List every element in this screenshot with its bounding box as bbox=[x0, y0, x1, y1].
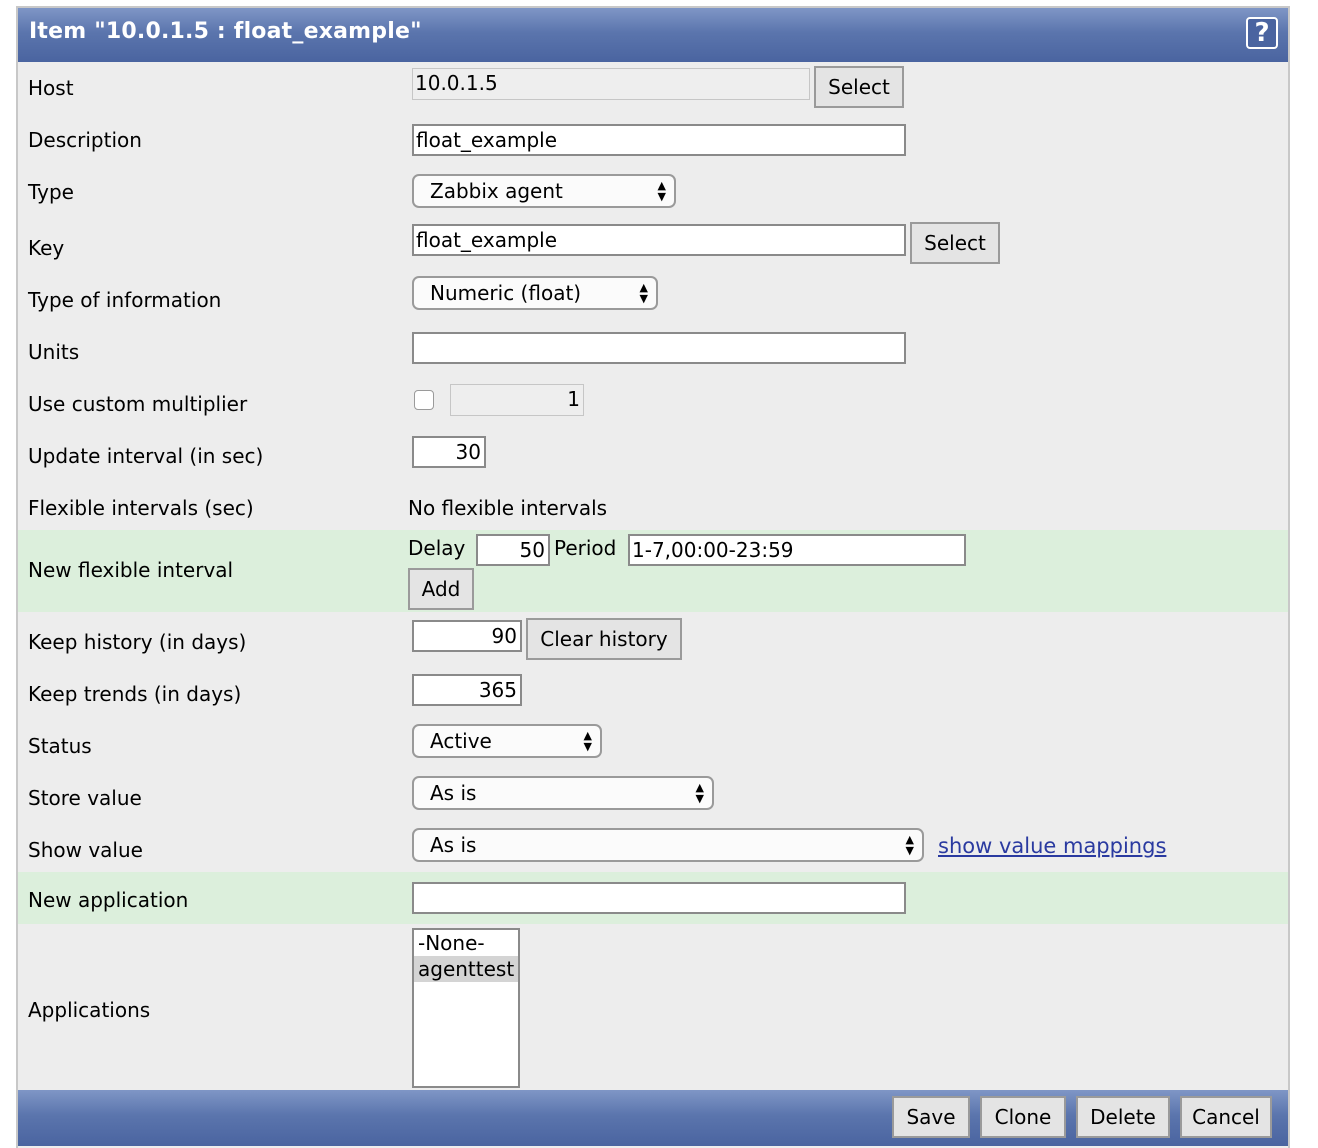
row-key: Key float_example Select bbox=[18, 218, 1288, 270]
type-of-information-value: Numeric (float) bbox=[430, 281, 582, 305]
flexible-intervals-label: Flexible intervals (sec) bbox=[28, 496, 254, 520]
keep-history-label: Keep history (in days) bbox=[28, 630, 247, 654]
row-units: Units bbox=[18, 322, 1288, 374]
show-value-mappings-link[interactable]: show value mappings bbox=[938, 834, 1166, 858]
page-title: Item "10.0.1.5 : float_example" bbox=[29, 19, 422, 44]
row-host: Host 10.0.1.5 Select bbox=[18, 62, 1288, 114]
keep-history-input[interactable]: 90 bbox=[412, 620, 522, 652]
delay-input[interactable]: 50 bbox=[476, 534, 550, 566]
new-flexible-interval-label: New flexible interval bbox=[28, 558, 234, 582]
custom-multiplier-input[interactable]: 1 bbox=[450, 384, 584, 416]
status-select-value: Active bbox=[430, 729, 492, 753]
type-select-value: Zabbix agent bbox=[430, 179, 563, 203]
key-input[interactable]: float_example bbox=[412, 224, 906, 256]
host-select-button[interactable]: Select bbox=[814, 66, 904, 108]
keep-trends-label: Keep trends (in days) bbox=[28, 682, 242, 706]
delete-button[interactable]: Delete bbox=[1076, 1096, 1170, 1138]
status-label: Status bbox=[28, 734, 92, 758]
select-arrows-icon: ▲ ▼ bbox=[657, 179, 666, 203]
custom-multiplier-checkbox[interactable] bbox=[414, 390, 434, 410]
row-type-of-information: Type of information Numeric (float) ▲ ▼ bbox=[18, 270, 1288, 322]
item-form-panel: Item "10.0.1.5 : float_example" ? Host 1… bbox=[16, 6, 1290, 1148]
flexible-intervals-value: No flexible intervals bbox=[408, 496, 608, 520]
type-of-information-select[interactable]: Numeric (float) ▲ ▼ bbox=[412, 276, 658, 310]
period-label: Period bbox=[554, 536, 617, 560]
type-select[interactable]: Zabbix agent ▲ ▼ bbox=[412, 174, 676, 208]
application-option-none[interactable]: -None- bbox=[414, 930, 518, 956]
update-interval-label: Update interval (in sec) bbox=[28, 444, 264, 468]
row-applications: Applications -None- agenttest bbox=[18, 924, 1288, 1090]
new-application-input[interactable] bbox=[412, 882, 906, 914]
row-new-application: New application bbox=[18, 872, 1288, 924]
type-label: Type bbox=[28, 180, 74, 204]
store-value-label: Store value bbox=[28, 786, 142, 810]
host-input[interactable]: 10.0.1.5 bbox=[412, 68, 810, 100]
key-select-button[interactable]: Select bbox=[910, 222, 1000, 264]
row-description: Description float_example bbox=[18, 114, 1288, 166]
footer-bar: Save Clone Delete Cancel bbox=[18, 1090, 1288, 1146]
row-show-value: Show value As is ▲ ▼ show value mappings bbox=[18, 820, 1288, 872]
select-arrows-icon: ▲ ▼ bbox=[639, 281, 648, 305]
description-input[interactable]: float_example bbox=[412, 124, 906, 156]
store-value-select[interactable]: As is ▲ ▼ bbox=[412, 776, 714, 810]
type-of-information-label: Type of information bbox=[28, 288, 222, 312]
keep-trends-input[interactable]: 365 bbox=[412, 674, 522, 706]
row-custom-multiplier: Use custom multiplier 1 bbox=[18, 374, 1288, 426]
description-label: Description bbox=[28, 128, 142, 152]
host-label: Host bbox=[28, 76, 74, 100]
cancel-button[interactable]: Cancel bbox=[1180, 1096, 1272, 1138]
row-keep-trends: Keep trends (in days) 365 bbox=[18, 664, 1288, 716]
row-update-interval: Update interval (in sec) 30 bbox=[18, 426, 1288, 478]
help-icon[interactable]: ? bbox=[1246, 17, 1278, 49]
row-flexible-intervals: Flexible intervals (sec) No flexible int… bbox=[18, 478, 1288, 530]
clear-history-button[interactable]: Clear history bbox=[526, 618, 682, 660]
add-interval-button[interactable]: Add bbox=[408, 568, 474, 610]
status-select[interactable]: Active ▲ ▼ bbox=[412, 724, 602, 758]
units-input[interactable] bbox=[412, 332, 906, 364]
row-type: Type Zabbix agent ▲ ▼ bbox=[18, 166, 1288, 218]
application-option-agenttest[interactable]: agenttest bbox=[414, 956, 518, 982]
select-arrows-icon: ▲ ▼ bbox=[695, 781, 704, 805]
show-value-select[interactable]: As is ▲ ▼ bbox=[412, 828, 924, 862]
key-label: Key bbox=[28, 236, 65, 260]
show-value-select-value: As is bbox=[430, 833, 477, 857]
row-new-flexible-interval: New flexible interval Delay 50 Period 1-… bbox=[18, 530, 1288, 612]
title-bar: Item "10.0.1.5 : float_example" ? bbox=[18, 8, 1288, 62]
row-keep-history: Keep history (in days) 90 Clear history bbox=[18, 612, 1288, 664]
clone-button[interactable]: Clone bbox=[980, 1096, 1066, 1138]
units-label: Units bbox=[28, 340, 80, 364]
applications-listbox[interactable]: -None- agenttest bbox=[412, 928, 520, 1088]
new-application-label: New application bbox=[28, 888, 189, 912]
row-store-value: Store value As is ▲ ▼ bbox=[18, 768, 1288, 820]
delay-label: Delay bbox=[408, 536, 466, 560]
period-input[interactable]: 1-7,00:00-23:59 bbox=[628, 534, 966, 566]
select-arrows-icon: ▲ ▼ bbox=[905, 833, 914, 857]
save-button[interactable]: Save bbox=[892, 1096, 970, 1138]
update-interval-input[interactable]: 30 bbox=[412, 436, 486, 468]
custom-multiplier-label: Use custom multiplier bbox=[28, 392, 248, 416]
store-value-select-value: As is bbox=[430, 781, 477, 805]
select-arrows-icon: ▲ ▼ bbox=[583, 729, 592, 753]
applications-label: Applications bbox=[28, 998, 151, 1022]
row-status: Status Active ▲ ▼ bbox=[18, 716, 1288, 768]
show-value-label: Show value bbox=[28, 838, 143, 862]
